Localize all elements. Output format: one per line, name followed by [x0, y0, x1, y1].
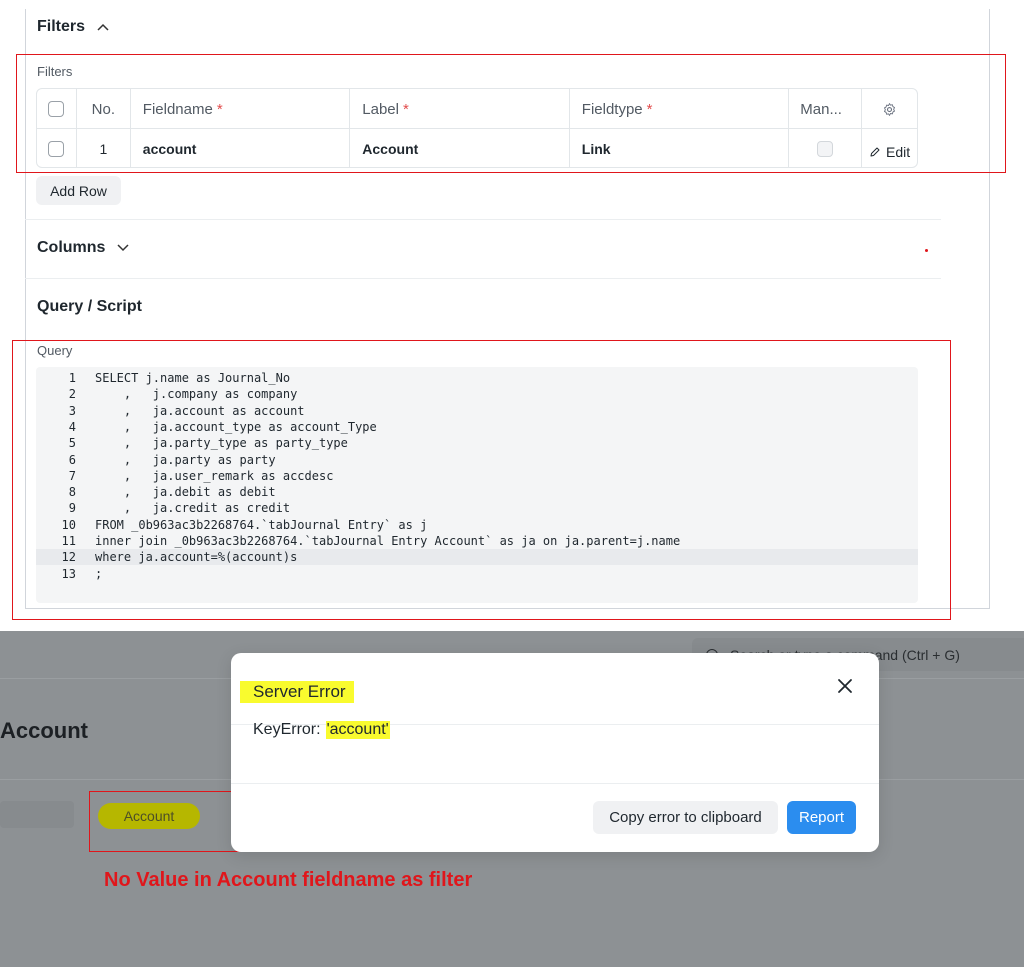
column-header-label: Label *: [350, 89, 570, 129]
code-text: SELECT j.name as Journal_No: [95, 371, 291, 385]
row-mandatory-checkbox[interactable]: [817, 141, 834, 157]
row-number: 1: [77, 129, 131, 167]
copy-error-button[interactable]: Copy error to clipboard: [593, 801, 778, 834]
filters-table-header: No. Fieldname * Label * Fieldtype * Man...: [37, 89, 917, 129]
code-text: , ja.party_type as party_type: [95, 436, 348, 451]
column-header-fieldname: Fieldname *: [131, 89, 351, 129]
report-button[interactable]: Report: [787, 801, 856, 834]
query-field-label: Query: [37, 343, 73, 358]
code-line[interactable]: 11 inner join _0b963ac3b2268764.`tabJourn…: [36, 533, 918, 549]
row-fieldtype[interactable]: Link: [570, 129, 790, 167]
query-section-title: Query / Script: [37, 298, 142, 315]
column-header-fieldname-text: Fieldname: [142, 100, 213, 118]
code-line[interactable]: 9 , ja.credit as credit: [36, 500, 918, 516]
column-header-label-text: Label: [362, 100, 399, 118]
filters-table: No. Fieldname * Label * Fieldtype * Man... …: [36, 88, 918, 168]
line-number: 6: [68, 452, 76, 467]
annotation-note: No Value in Account fieldname as filter: [104, 869, 473, 891]
page-title: Account: [0, 718, 88, 743]
code-line[interactable]: 5 , ja.party_type as party_type: [36, 435, 918, 451]
select-all-cell[interactable]: [37, 89, 77, 129]
columns-section-title: Columns: [37, 239, 106, 256]
filters-section-title: Filters: [37, 18, 86, 35]
annotation-dot: [925, 249, 928, 252]
select-all-checkbox[interactable]: [48, 101, 65, 117]
query-section-header: Query / Script: [37, 298, 142, 316]
column-header-no: No.: [77, 89, 131, 129]
row-edit-cell[interactable]: Edit: [862, 129, 917, 167]
line-number: 5: [68, 436, 76, 451]
code-line[interactable]: 7 , ja.user_remark as accdesc: [36, 468, 918, 484]
code-line[interactable]: 13;: [36, 566, 918, 582]
error-type: KeyError:: [253, 721, 321, 738]
dialog-message: KeyError: 'account': [253, 721, 390, 739]
code-text: , ja.account as account: [95, 403, 305, 418]
column-header-fieldtype-text: Fieldtype: [581, 100, 643, 118]
required-asterisk: *: [402, 100, 409, 118]
code-text: ;: [95, 566, 103, 581]
line-number: 8: [68, 485, 76, 500]
row-mandatory-cell[interactable]: [789, 129, 863, 167]
dialog-footer-divider: [231, 783, 879, 784]
line-number: 4: [68, 419, 76, 434]
code-line[interactable]: 10 FROM _0b963ac3b2268764.`tabJournal Ent…: [36, 517, 918, 533]
pencil-icon: [870, 147, 880, 157]
close-icon[interactable]: [836, 677, 854, 695]
line-number: 7: [68, 468, 76, 483]
error-key: 'account': [325, 721, 390, 739]
code-text: FROM _0b963ac3b2268764.`tabJournal Entry…: [95, 517, 428, 532]
code-line[interactable]: 2 , j.company as company: [36, 386, 918, 402]
line-number: 13: [61, 566, 76, 581]
code-text: , ja.credit as credit: [95, 501, 291, 516]
line-number: 3: [68, 403, 76, 418]
section-divider: [25, 219, 941, 220]
code-line[interactable]: 4 , ja.account_type as account_Type: [36, 419, 918, 435]
table-row[interactable]: 1 account Account Link Edit: [37, 129, 917, 167]
row-edit-label: Edit: [885, 144, 911, 160]
code-text: , ja.debit as debit: [95, 485, 276, 500]
code-text: , ja.user_remark as accdesc: [95, 468, 334, 483]
line-number: 10: [61, 517, 76, 532]
chevron-up-icon: [97, 20, 109, 34]
gear-icon[interactable]: [882, 102, 897, 117]
screenshot-root: Filters Filters No. Fieldname * Label * Fi…: [0, 0, 1024, 967]
line-number: 1: [68, 371, 76, 385]
server-error-dialog: Server Error KeyError: 'account' Copy er…: [231, 653, 879, 852]
code-line[interactable]: 12 where ja.account=%(account)s: [36, 549, 918, 566]
line-number: 11: [61, 534, 76, 548]
code-line[interactable]: 1 SELECT j.name as Journal_No: [36, 370, 918, 386]
code-text: inner join _0b963ac3b2268764.`tabJournal…: [95, 534, 681, 548]
required-asterisk: *: [646, 100, 653, 118]
filters-section-header[interactable]: Filters: [37, 18, 109, 36]
error-screenshot-region: Search or type a command (Ctrl + G) Acco…: [0, 631, 1024, 967]
code-text: where ja.account=%(account)s: [95, 550, 298, 565]
line-number: 12: [61, 550, 76, 565]
code-line[interactable]: 3 , ja.account as account: [36, 403, 918, 419]
row-label[interactable]: Account: [350, 129, 570, 167]
chevron-down-icon: [117, 241, 129, 255]
code-text: , j.company as company: [95, 387, 298, 402]
section-divider: [25, 278, 941, 279]
line-number: 9: [68, 501, 76, 516]
filter-field-ghost[interactable]: [0, 801, 74, 828]
columns-section-header[interactable]: Columns: [37, 239, 129, 257]
column-header-mandatory: Man...: [789, 89, 863, 129]
query-code-editor[interactable]: 1 SELECT j.name as Journal_No 2 , j.compan…: [36, 367, 918, 603]
code-line[interactable]: 8 , ja.debit as debit: [36, 484, 918, 500]
add-row-button[interactable]: Add Row: [36, 176, 121, 205]
account-filter-field[interactable]: Account: [98, 803, 200, 829]
dialog-title: Server Error: [240, 681, 354, 703]
line-number: 2: [68, 387, 76, 402]
column-header-fieldtype: Fieldtype *: [570, 89, 790, 129]
code-text: , ja.party as party: [95, 452, 276, 467]
filters-field-label: Filters: [37, 64, 73, 79]
row-edit-button[interactable]: Edit: [869, 144, 910, 160]
row-fieldname[interactable]: account: [131, 129, 351, 167]
code-line[interactable]: 6 , ja.party as party: [36, 452, 918, 468]
row-checkbox[interactable]: [48, 141, 65, 157]
required-asterisk: *: [216, 100, 223, 118]
column-settings-cell[interactable]: [862, 89, 917, 129]
code-text: , ja.account_type as account_Type: [95, 419, 377, 434]
row-select-cell[interactable]: [37, 129, 77, 167]
